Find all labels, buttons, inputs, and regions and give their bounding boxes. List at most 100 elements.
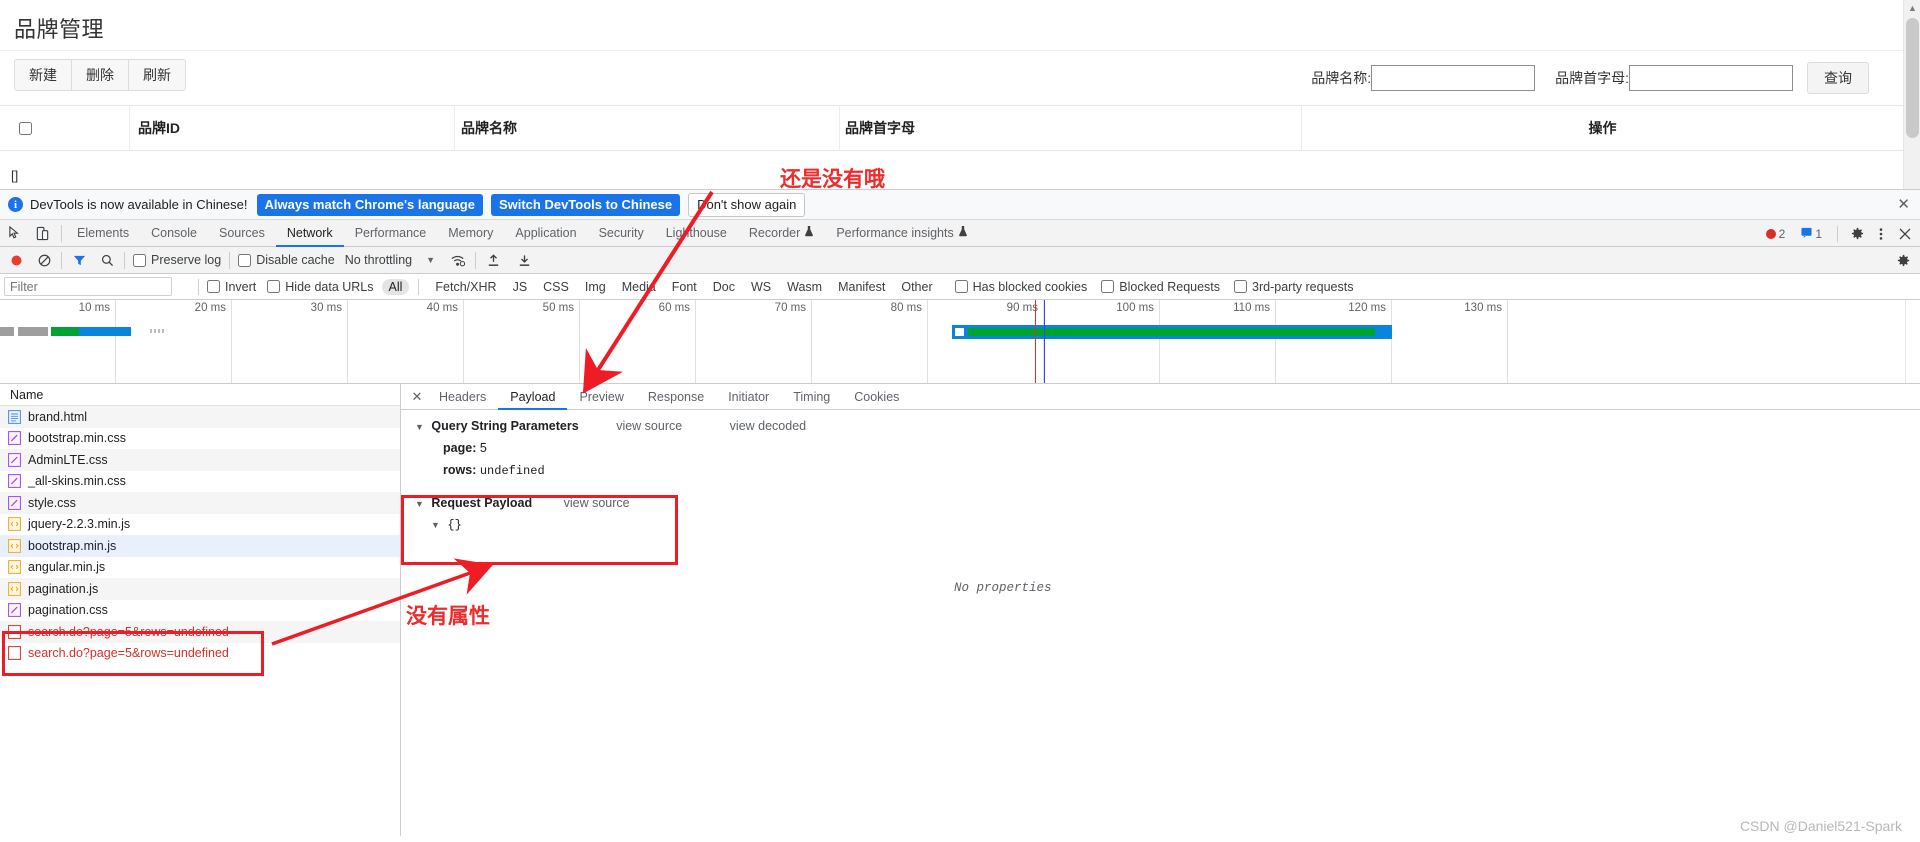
- invert-input[interactable]: [207, 280, 220, 293]
- network-overview-timeline[interactable]: 10 ms 20 ms 30 ms 40 ms 50 ms 60 ms 70 m…: [0, 300, 1920, 384]
- close-icon[interactable]: ✕: [1897, 197, 1910, 212]
- has-blocked-cookies-input[interactable]: [954, 280, 968, 293]
- hide-data-urls-input[interactable]: [267, 280, 281, 293]
- request-row[interactable]: AdminLTE.css: [0, 449, 400, 471]
- type-filter-ws[interactable]: WS: [744, 279, 778, 295]
- request-row[interactable]: pagination.js: [0, 578, 400, 600]
- scroll-up-icon[interactable]: ▲: [1904, 0, 1920, 17]
- preserve-log-input[interactable]: [133, 253, 146, 267]
- always-match-language-button[interactable]: Always match Chrome's language: [256, 193, 483, 216]
- column-brand-name[interactable]: 品牌名称: [455, 106, 840, 150]
- query-view-decoded-link[interactable]: view decoded: [730, 419, 806, 433]
- type-filter-other[interactable]: Other: [894, 279, 939, 295]
- request-row[interactable]: _all-skins.min.css: [0, 471, 400, 493]
- filter-icon[interactable]: [70, 251, 88, 269]
- type-filter-img[interactable]: Img: [578, 279, 613, 295]
- hide-data-urls-checkbox[interactable]: Hide data URLs: [267, 280, 374, 294]
- tab-recorder[interactable]: Recorder: [738, 220, 825, 247]
- collapse-triangle-icon[interactable]: ▼: [415, 499, 424, 509]
- tab-elements[interactable]: Elements: [66, 220, 140, 247]
- tab-memory[interactable]: Memory: [437, 220, 504, 247]
- third-party-requests-checkbox[interactable]: 3rd-party requests: [1234, 280, 1353, 294]
- request-row[interactable]: jquery-2.2.3.min.js: [0, 514, 400, 536]
- disable-cache-input[interactable]: [238, 253, 252, 267]
- request-row[interactable]: brand.html: [0, 406, 400, 428]
- type-filter-font[interactable]: Font: [665, 279, 704, 295]
- import-har-icon[interactable]: [484, 251, 502, 269]
- request-row[interactable]: angular.min.js: [0, 557, 400, 579]
- blocked-requests-checkbox[interactable]: Blocked Requests: [1101, 280, 1220, 294]
- tab-network[interactable]: Network: [276, 220, 344, 247]
- error-count-badge[interactable]: 2: [1760, 225, 1791, 242]
- tab-security[interactable]: Security: [588, 220, 655, 247]
- blocked-requests-input[interactable]: [1101, 280, 1115, 293]
- column-actions[interactable]: 操作: [1302, 106, 1903, 150]
- collapse-triangle-icon[interactable]: ▼: [415, 422, 424, 432]
- message-count-badge[interactable]: 1: [1796, 225, 1827, 242]
- brand-name-input[interactable]: [1371, 65, 1536, 91]
- brand-initial-input[interactable]: [1629, 65, 1793, 91]
- request-row[interactable]: search.do?page=5&rows=undefined: [0, 643, 400, 665]
- preserve-log-checkbox[interactable]: Preserve log: [133, 253, 221, 267]
- refresh-button[interactable]: 刷新: [128, 59, 186, 91]
- request-row[interactable]: bootstrap.min.js: [0, 535, 400, 557]
- gear-icon[interactable]: [1848, 225, 1866, 243]
- invert-checkbox[interactable]: Invert: [207, 280, 256, 294]
- payload-view-source-link[interactable]: view source: [564, 496, 630, 510]
- chevron-down-icon[interactable]: ▼: [426, 255, 435, 265]
- inspect-element-icon[interactable]: [6, 224, 24, 242]
- network-settings-gear-icon[interactable]: [1894, 251, 1912, 269]
- type-filter-fetch-xhr[interactable]: Fetch/XHR: [428, 279, 503, 295]
- type-filter-js[interactable]: JS: [506, 279, 535, 295]
- request-row[interactable]: style.css: [0, 492, 400, 514]
- third-party-requests-input[interactable]: [1234, 280, 1248, 293]
- type-filter-doc[interactable]: Doc: [706, 279, 742, 295]
- tab-application[interactable]: Application: [504, 220, 587, 247]
- detail-tab-response[interactable]: Response: [636, 384, 716, 410]
- type-filter-all[interactable]: All: [381, 278, 410, 295]
- more-options-icon[interactable]: [1872, 225, 1890, 243]
- query-view-source-link[interactable]: view source: [616, 419, 682, 433]
- select-all-checkbox[interactable]: [19, 121, 32, 135]
- detail-tab-preview[interactable]: Preview: [567, 384, 635, 410]
- record-icon[interactable]: [7, 251, 25, 269]
- search-icon[interactable]: [98, 251, 116, 269]
- delete-button[interactable]: 删除: [71, 59, 128, 91]
- device-toolbar-icon[interactable]: [33, 224, 51, 242]
- type-filter-css[interactable]: CSS: [536, 279, 576, 295]
- type-filter-manifest[interactable]: Manifest: [831, 279, 892, 295]
- disable-cache-checkbox[interactable]: Disable cache: [238, 253, 335, 267]
- new-button[interactable]: 新建: [14, 59, 71, 91]
- tab-performance-insights[interactable]: Performance insights: [825, 220, 978, 247]
- column-brand-initial[interactable]: 品牌首字母: [840, 106, 1302, 150]
- network-conditions-icon[interactable]: [449, 251, 467, 269]
- tab-lighthouse[interactable]: Lighthouse: [655, 220, 738, 247]
- tab-sources[interactable]: Sources: [208, 220, 276, 247]
- export-har-icon[interactable]: [515, 251, 533, 269]
- tab-console[interactable]: Console: [140, 220, 208, 247]
- switch-devtools-language-button[interactable]: Switch DevTools to Chinese: [490, 193, 681, 216]
- close-detail-icon[interactable]: ✕: [407, 389, 427, 405]
- has-blocked-cookies-checkbox[interactable]: Has blocked cookies: [954, 280, 1087, 294]
- collapse-triangle-icon[interactable]: ▼: [431, 520, 440, 530]
- scrollbar-thumb[interactable]: [1906, 18, 1919, 138]
- type-filter-wasm[interactable]: Wasm: [780, 279, 829, 295]
- request-row[interactable]: search.do?page=5&rows=undefined: [0, 621, 400, 643]
- tab-performance[interactable]: Performance: [344, 220, 438, 247]
- close-devtools-icon[interactable]: [1896, 225, 1914, 243]
- overview-scroll-gutter[interactable]: [1905, 300, 1920, 383]
- detail-tab-cookies[interactable]: Cookies: [842, 384, 911, 410]
- detail-tab-payload[interactable]: Payload: [498, 384, 567, 410]
- throttling-select[interactable]: No throttling: [345, 253, 412, 267]
- column-brand-id[interactable]: 品牌ID: [130, 106, 455, 150]
- detail-tab-initiator[interactable]: Initiator: [716, 384, 781, 410]
- detail-tab-headers[interactable]: Headers: [427, 384, 498, 410]
- type-filter-media[interactable]: Media: [615, 279, 663, 295]
- request-list-header[interactable]: Name: [0, 384, 400, 406]
- detail-tab-timing[interactable]: Timing: [781, 384, 842, 410]
- clear-icon[interactable]: [35, 251, 53, 269]
- filter-input[interactable]: [4, 277, 172, 296]
- request-row[interactable]: pagination.css: [0, 600, 400, 622]
- dont-show-again-button[interactable]: Don't show again: [688, 192, 806, 217]
- query-button[interactable]: 查询: [1807, 62, 1869, 94]
